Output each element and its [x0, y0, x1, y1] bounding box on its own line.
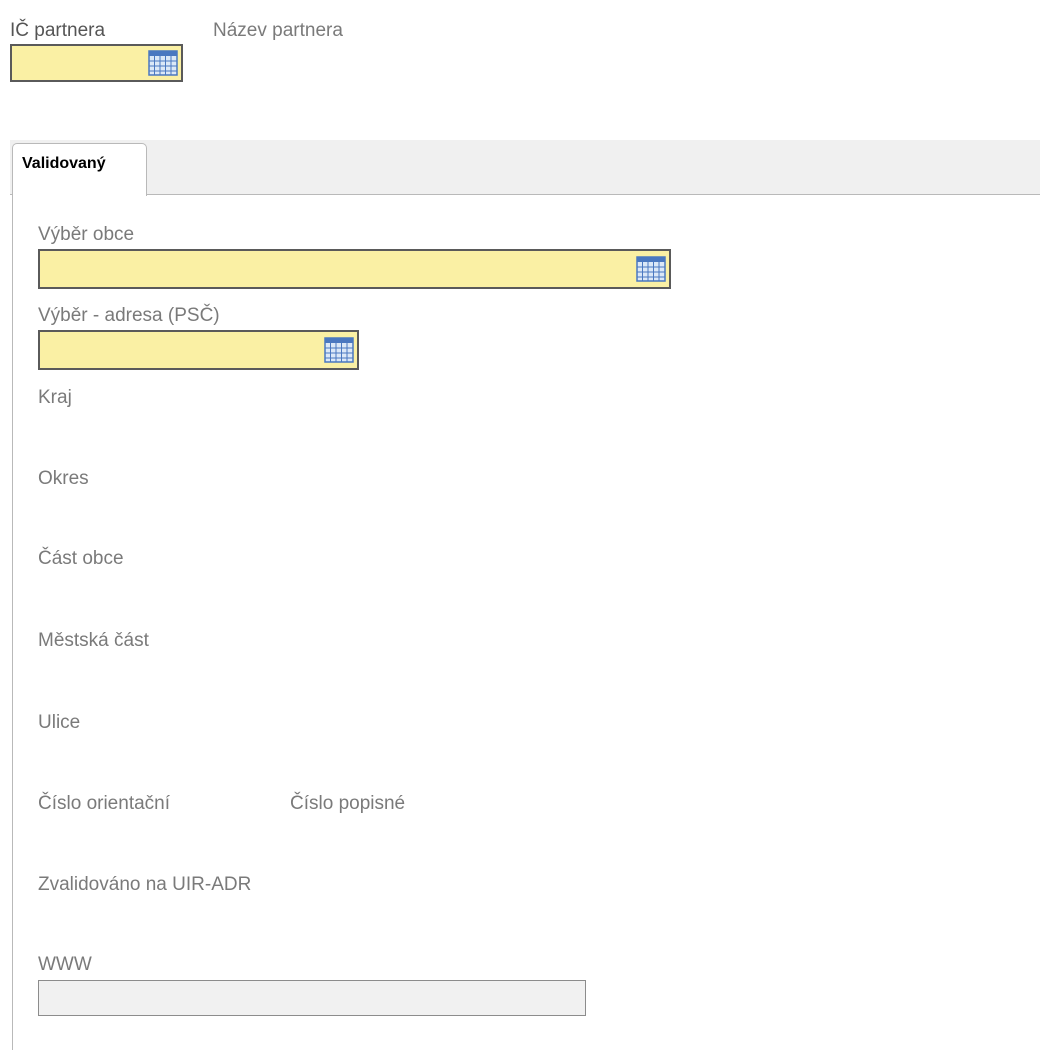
- address-lookup-field[interactable]: [38, 330, 359, 370]
- www-input[interactable]: [38, 980, 586, 1016]
- lookup-calendar-icon[interactable]: [636, 256, 666, 282]
- validated-label: Zvalidováno na UIR-ADR: [38, 874, 252, 895]
- address-label: Výběr - adresa (PSČ): [38, 305, 220, 326]
- lookup-calendar-icon[interactable]: [324, 337, 354, 363]
- part-of-municipality-label: Část obce: [38, 548, 124, 569]
- ic-partner-lookup-field[interactable]: [10, 44, 183, 82]
- tab-bar: [10, 140, 1040, 195]
- orientation-number-label: Číslo orientační: [38, 793, 171, 814]
- municipality-label: Výběr obce: [38, 224, 135, 245]
- street-label: Ulice: [38, 712, 81, 733]
- tab-validovany[interactable]: Validovaný: [12, 143, 147, 196]
- municipality-lookup-field[interactable]: [38, 249, 671, 289]
- panel-border: [12, 195, 13, 1050]
- calendar-grid-icon: [324, 337, 354, 363]
- district-label: Okres: [38, 468, 89, 489]
- calendar-grid-icon: [148, 50, 178, 76]
- house-number-label: Číslo popisné: [290, 793, 406, 814]
- www-label: WWW: [38, 954, 92, 975]
- ic-partner-label: IČ partnera: [10, 20, 106, 41]
- lookup-calendar-icon[interactable]: [148, 50, 178, 76]
- calendar-grid-icon: [636, 256, 666, 282]
- partner-name-label: Název partnera: [213, 20, 343, 41]
- city-district-label: Městská část: [38, 630, 149, 651]
- region-label: Kraj: [38, 387, 72, 408]
